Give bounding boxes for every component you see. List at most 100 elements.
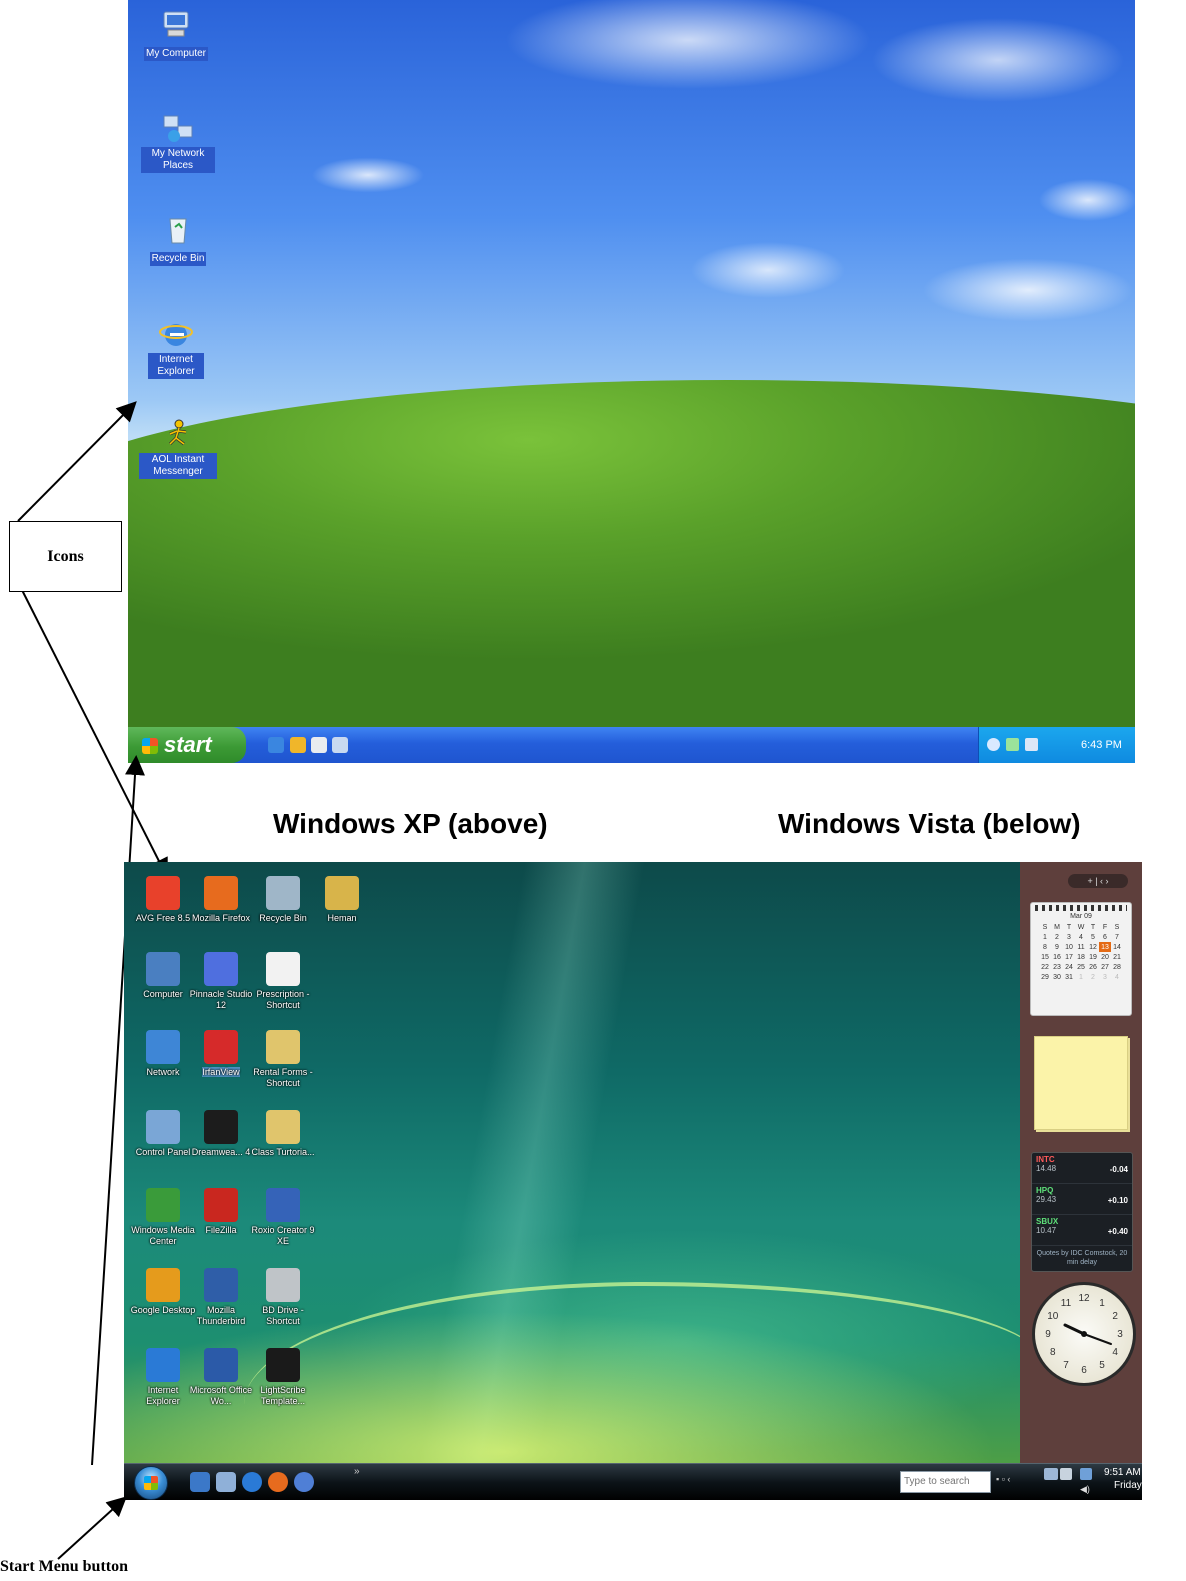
program-icon xyxy=(146,1030,180,1064)
calendar-day[interactable]: 28 xyxy=(1111,962,1123,972)
calendar-month: Mar 09 xyxy=(1070,913,1092,920)
calendar-day[interactable]: 3 xyxy=(1063,932,1075,942)
calendar-day[interactable]: 11 xyxy=(1075,942,1087,952)
calendar-day[interactable]: 26 xyxy=(1087,962,1099,972)
program-icon xyxy=(204,1110,238,1144)
vista-desktop-icon[interactable]: Class Turtoria... xyxy=(250,1110,316,1158)
calendar-weekday: T xyxy=(1066,923,1072,931)
calendar-day[interactable]: 18 xyxy=(1075,952,1087,962)
sticky-note-gadget[interactable] xyxy=(1034,1036,1128,1130)
calendar-day[interactable]: 16 xyxy=(1051,952,1063,962)
calendar-day[interactable]: 27 xyxy=(1099,962,1111,972)
sidebar-controls[interactable]: + | ‹ › xyxy=(1068,874,1128,888)
calendar-day[interactable]: 12 xyxy=(1087,942,1099,952)
icon-label: Computer xyxy=(143,989,183,999)
vista-desktop-icon[interactable]: IrfanView xyxy=(188,1030,254,1078)
vista-desktop-icon[interactable]: FileZilla xyxy=(188,1188,254,1236)
program-icon xyxy=(266,1348,300,1382)
calendar-day[interactable]: 5 xyxy=(1087,932,1099,942)
vista-desktop-icon[interactable]: Windows Media Center xyxy=(130,1188,196,1247)
vista-clock[interactable]: 9:51 AM Friday xyxy=(1104,1466,1142,1492)
icon-label: Control Panel xyxy=(135,1147,191,1157)
taskbar-search-input[interactable] xyxy=(900,1471,991,1493)
stock-row[interactable]: SBUX 10.47 +0.40 xyxy=(1032,1215,1132,1246)
calendar-day[interactable]: 10 xyxy=(1063,942,1075,952)
calendar-day[interactable]: 4 xyxy=(1111,972,1123,982)
calendar-day[interactable]: 30 xyxy=(1051,972,1063,982)
vista-desktop-icon[interactable]: AVG Free 8.5 xyxy=(130,876,196,924)
calendar-day[interactable]: 9 xyxy=(1051,942,1063,952)
calendar-day[interactable]: 20 xyxy=(1099,952,1111,962)
calendar-day[interactable]: 31 xyxy=(1063,972,1075,982)
quicklaunch-show-desktop-icon[interactable] xyxy=(190,1472,210,1492)
vista-desktop-icon[interactable]: Rental Forms - Shortcut xyxy=(250,1030,316,1089)
quicklaunch-switch-windows-icon[interactable] xyxy=(216,1472,236,1492)
calendar-day[interactable]: 23 xyxy=(1051,962,1063,972)
vista-desktop-icon[interactable]: Control Panel xyxy=(130,1110,196,1158)
calendar-day[interactable]: 2 xyxy=(1051,932,1063,942)
tray-network-icon[interactable] xyxy=(1080,1468,1092,1480)
calendar-day[interactable]: 22 xyxy=(1039,962,1051,972)
tray-printer-icon[interactable] xyxy=(1044,1468,1058,1480)
vista-desktop-icon[interactable]: Network xyxy=(130,1030,196,1078)
program-icon xyxy=(146,1268,180,1302)
vista-desktop-icon[interactable]: Pinnacle Studio 12 xyxy=(188,952,254,1011)
calendar-day[interactable]: 4 xyxy=(1075,932,1087,942)
quicklaunch-overflow-chevron-icon[interactable]: » xyxy=(354,1466,360,1477)
calendar-day[interactable]: 7 xyxy=(1111,932,1123,942)
clock-numeral: 5 xyxy=(1099,1360,1105,1371)
icon-label: Roxio Creator 9 XE xyxy=(251,1225,315,1246)
vista-desktop-icon[interactable]: Microsoft Office Wo... xyxy=(188,1348,254,1407)
vista-desktop-icon[interactable]: Mozilla Firefox xyxy=(188,876,254,924)
calendar-weekday: T xyxy=(1090,923,1096,931)
calendar-day[interactable]: 6 xyxy=(1099,932,1111,942)
tray-device-icon[interactable] xyxy=(1060,1468,1072,1480)
calendar-gadget[interactable]: Mar 09 SMTWTFS 1 2 3 4 5 6 7 8 9 10 11 12 13 14 15 16 17… xyxy=(1030,902,1132,1016)
stock-row[interactable]: HPQ 29.43 +0.10 xyxy=(1032,1184,1132,1215)
clock-minute-hand xyxy=(1083,1333,1112,1345)
stocks-gadget[interactable]: INTC 14.48 -0.04 HPQ 29.43 +0.10 SBUX 10.47 +0.4… xyxy=(1031,1152,1133,1272)
vista-desktop-icon[interactable]: Recycle Bin xyxy=(250,876,316,924)
calendar-day[interactable]: 1 xyxy=(1075,972,1087,982)
tray-icons[interactable]: ▪ ▫ ‹ xyxy=(996,1474,1036,1488)
vista-desktop-icon[interactable]: Heman xyxy=(309,876,375,924)
vista-desktop-icon[interactable]: Google Desktop xyxy=(130,1268,196,1316)
clock-gadget[interactable]: 12 12 3 45 6 78 9 1011 xyxy=(1032,1282,1136,1386)
calendar-day[interactable]: 25 xyxy=(1075,962,1087,972)
quicklaunch-firefox-icon[interactable] xyxy=(268,1472,288,1492)
vista-desktop-icon[interactable]: Mozilla Thunderbird xyxy=(188,1268,254,1327)
vista-desktop-icon[interactable]: Prescription - Shortcut xyxy=(250,952,316,1011)
quicklaunch-ie-icon[interactable] xyxy=(242,1472,262,1492)
program-icon xyxy=(146,1110,180,1144)
vista-desktop-icon[interactable]: Internet Explorer xyxy=(130,1348,196,1407)
program-icon xyxy=(266,1110,300,1144)
calendar-day[interactable]: 29 xyxy=(1039,972,1051,982)
program-icon xyxy=(325,876,359,910)
clock-hour-hand xyxy=(1063,1323,1086,1336)
vista-desktop-icon[interactable]: Dreamwea... 4 xyxy=(188,1110,254,1158)
calendar-day[interactable]: 17 xyxy=(1063,952,1075,962)
calendar-day[interactable]: 24 xyxy=(1063,962,1075,972)
vista-desktop-icon[interactable]: BD Drive - Shortcut xyxy=(250,1268,316,1327)
calendar-day[interactable]: 8 xyxy=(1039,942,1051,952)
vista-start-orb[interactable] xyxy=(134,1466,168,1500)
vista-desktop-icon[interactable]: Computer xyxy=(130,952,196,1000)
tray-volume-icon[interactable]: ◀) xyxy=(1080,1484,1090,1495)
program-icon xyxy=(204,1188,238,1222)
calendar-day[interactable]: 21 xyxy=(1111,952,1123,962)
calendar-day[interactable]: 15 xyxy=(1039,952,1051,962)
vista-desktop-icon[interactable]: Roxio Creator 9 XE xyxy=(250,1188,316,1247)
clock-numeral: 3 xyxy=(1117,1329,1123,1340)
calendar-day[interactable]: 3 xyxy=(1099,972,1111,982)
icon-label: Class Turtoria... xyxy=(251,1147,315,1157)
calendar-day[interactable]: 1 xyxy=(1039,932,1051,942)
calendar-day[interactable]: 13 xyxy=(1099,942,1111,952)
vista-desktop-icon[interactable]: LightScribe Template... xyxy=(250,1348,316,1407)
stock-row[interactable]: INTC 14.48 -0.04 xyxy=(1032,1153,1132,1184)
icon-label: Internet Explorer xyxy=(146,1385,180,1406)
calendar-day[interactable]: 2 xyxy=(1087,972,1099,982)
program-icon xyxy=(204,876,238,910)
calendar-day[interactable]: 14 xyxy=(1111,942,1123,952)
quicklaunch-thunderbird-icon[interactable] xyxy=(294,1472,314,1492)
calendar-day[interactable]: 19 xyxy=(1087,952,1099,962)
